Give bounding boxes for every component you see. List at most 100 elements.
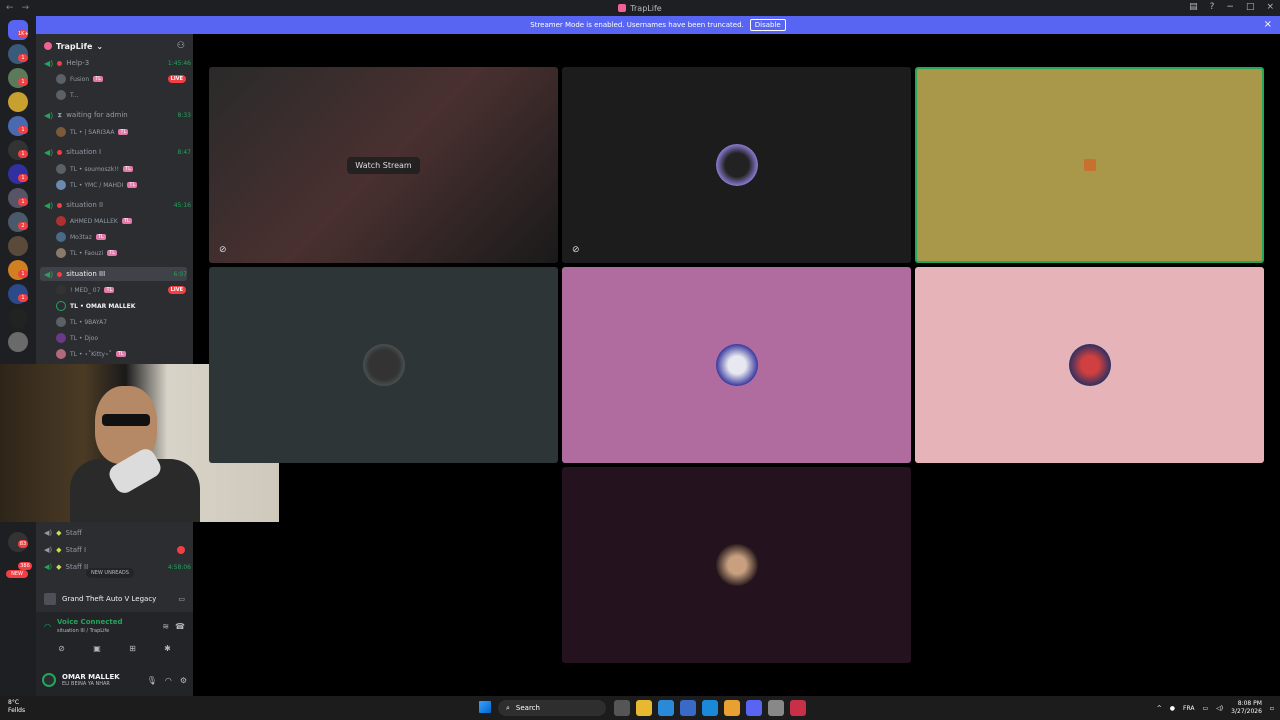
participant-tile[interactable]: ⊘ [562, 67, 911, 263]
mic-muted-icon: ⊘ [572, 245, 580, 255]
maximize-button[interactable]: □ [1246, 2, 1255, 12]
mail-icon[interactable] [702, 700, 718, 716]
voice-channel-staff-i[interactable]: ◀) ◆ Staff I [44, 543, 191, 557]
tag-badge: TL [127, 182, 138, 188]
voice-user[interactable]: AHMED MALLEK TL [56, 214, 186, 228]
voice-channel-waiting-for-admin[interactable]: ◀) ⧗ waiting for admin 8:33 [44, 108, 191, 122]
voice-user[interactable]: T... [56, 88, 186, 102]
speaker-icon: ◀) [44, 546, 53, 554]
badge: 1 [18, 294, 28, 302]
stream-tile[interactable]: Watch Stream ⊘ [209, 67, 558, 263]
inbox-icon[interactable]: ▤ [1189, 2, 1198, 12]
date: 3/27/2026 [1231, 708, 1262, 715]
avatar [56, 216, 66, 226]
participant-tile-speaking[interactable] [915, 67, 1264, 263]
close-icon[interactable]: × [1264, 19, 1272, 30]
user-controls: 🎙︎ ◠ ⚙ [147, 676, 187, 685]
language-indicator[interactable]: FRA [1183, 705, 1194, 712]
voice-user[interactable]: TL • YMC / MAHDI TL [56, 178, 186, 192]
voice-user[interactable]: Mo3taz TL [56, 230, 186, 244]
chevron-up-icon[interactable]: ^ [1157, 705, 1162, 712]
close-button[interactable]: × [1266, 2, 1274, 12]
server-icon[interactable] [8, 92, 28, 112]
avatar [56, 180, 66, 190]
new-unreads-button[interactable]: NEW UNREADS [86, 568, 134, 578]
voice-user[interactable]: TL • Faouzi TL [56, 246, 186, 260]
signal-icon[interactable]: ◠ [44, 622, 51, 631]
new-badge[interactable]: NEW [6, 570, 28, 578]
voice-channel-staff[interactable]: ◀) ◆ Staff [44, 526, 191, 540]
gear-icon[interactable]: ⚙ [180, 676, 187, 685]
participant-tile[interactable] [562, 267, 911, 463]
avatar[interactable] [42, 673, 56, 687]
minimize-button[interactable]: − [1226, 2, 1234, 12]
network-icon[interactable]: ▭ [1203, 705, 1209, 712]
disable-button[interactable]: Disable [749, 19, 786, 31]
edge-icon[interactable] [658, 700, 674, 716]
forward-icon[interactable]: → [22, 3, 30, 13]
add-member-icon[interactable]: ⚇ [177, 41, 185, 51]
start-button[interactable] [479, 701, 491, 713]
noise-suppression-icon[interactable]: ≋ [162, 622, 169, 631]
server-icon[interactable] [8, 308, 28, 328]
disconnect-icon[interactable]: ☎ [175, 622, 185, 631]
headphones-icon[interactable]: ◠ [165, 676, 172, 685]
voice-user[interactable]: TL • Djoo [56, 331, 186, 345]
participant-tile[interactable] [209, 267, 558, 463]
weather-widget[interactable]: 8°C Fellds [8, 699, 25, 715]
server-icon[interactable] [8, 236, 28, 256]
game-name: Grand Theft Auto V Legacy [62, 595, 157, 603]
volume-icon[interactable]: ◁) [1216, 705, 1223, 712]
file-explorer-icon[interactable] [636, 700, 652, 716]
obs-icon[interactable] [768, 700, 784, 716]
voice-user[interactable]: TL • soumoszk!! TL [56, 162, 186, 176]
mic-icon[interactable]: ● [1170, 705, 1175, 712]
server-header[interactable]: TrapLife ⌄ ⚇ [36, 34, 193, 58]
weather-desc: Fellds [8, 707, 26, 714]
camera-off-icon[interactable]: ⊘ [58, 644, 65, 653]
task-view-icon[interactable] [614, 700, 630, 716]
voice-user[interactable]: TL • ⋆˚Kitty⋆˚ TL [56, 347, 186, 361]
voice-location[interactable]: situation III / TrapLife [57, 628, 123, 634]
server-icon[interactable] [8, 332, 28, 352]
notification-icon[interactable]: ▫ [1270, 705, 1274, 712]
voice-channel-situation-i[interactable]: ◀) situation I 8:47 [44, 145, 191, 159]
store-icon[interactable] [680, 700, 696, 716]
voice-status[interactable]: Voice Connected [57, 618, 123, 626]
avatar [56, 164, 66, 174]
voice-user[interactable]: TL • 9BAYA7 [56, 315, 186, 329]
back-icon[interactable]: ← [6, 3, 14, 13]
soundboard-icon[interactable]: ✱ [164, 644, 171, 653]
participant-tile[interactable] [562, 467, 911, 663]
participant-tile[interactable] [915, 267, 1264, 463]
system-tray: ^ ● FRA ▭ ◁) 8:08 PM 3/27/2026 ▫ [1157, 700, 1274, 716]
voice-user[interactable]: TL • | SARI3AA TL [56, 125, 186, 139]
help-icon[interactable]: ? [1210, 2, 1215, 12]
chevron-down-icon: ⌄ [96, 41, 104, 51]
avatar [56, 349, 66, 359]
chrome-icon[interactable] [724, 700, 740, 716]
speaker-icon: ◀) [44, 269, 54, 279]
screen-share-icon[interactable]: ▭ [178, 595, 185, 603]
mic-icon[interactable]: 🎙︎ [147, 676, 157, 685]
search-box[interactable]: ⌕ Search [498, 700, 606, 716]
tag-badge: TL [121, 218, 132, 224]
user-name: TL • Faouzi [70, 249, 104, 257]
app-icon[interactable] [790, 700, 806, 716]
clock[interactable]: 8:08 PM 3/27/2026 [1231, 700, 1262, 716]
sunglasses [102, 414, 150, 426]
voice-channel-help-3[interactable]: ◀) Help-3 1:45:46 [44, 56, 191, 70]
voice-channel-situation-iii[interactable]: ◀) situation III 6:07 [40, 267, 187, 281]
live-badge: LIVE [167, 286, 186, 294]
taskbar-apps [614, 700, 806, 716]
activity-row[interactable]: Grand Theft Auto V Legacy ▭ [36, 588, 193, 610]
activities-icon[interactable]: ⊞ [129, 644, 136, 653]
discord-icon[interactable] [746, 700, 762, 716]
voice-user-self[interactable]: TL • OMAR MALLEK [56, 299, 186, 313]
voice-user[interactable]: Fusion TL LIVE [56, 72, 186, 86]
watch-stream-button[interactable]: Watch Stream [347, 156, 420, 174]
speaker-icon: ◀) [44, 110, 54, 120]
screen-share-icon[interactable]: ▣ [93, 644, 101, 653]
voice-user[interactable]: ! MED_ 07 TL LIVE [56, 283, 186, 297]
voice-channel-situation-ii[interactable]: ◀) situation II 45:16 [44, 198, 191, 212]
